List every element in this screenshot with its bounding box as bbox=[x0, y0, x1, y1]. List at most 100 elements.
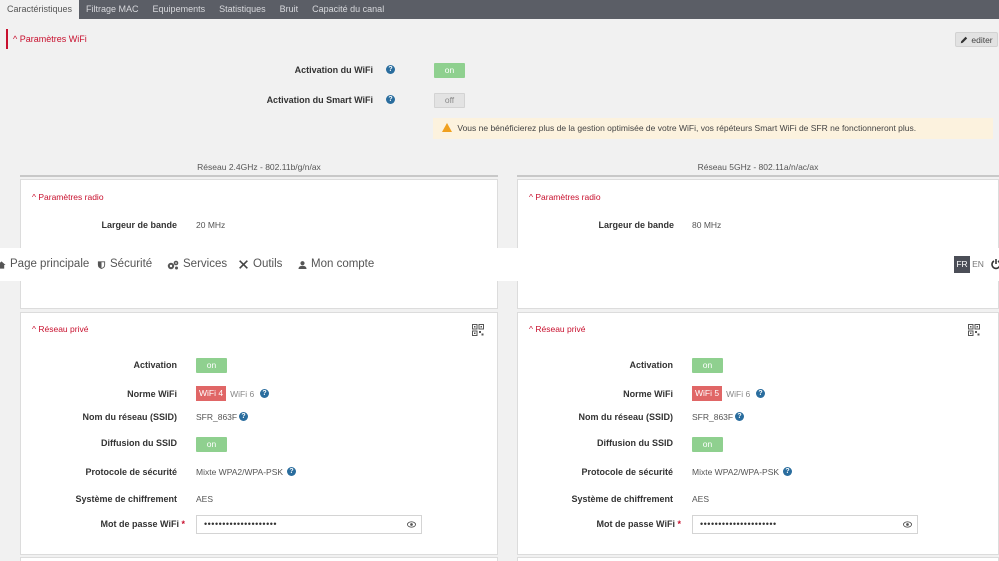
nav-securite[interactable]: Sécurité bbox=[97, 248, 152, 281]
nav-outils[interactable]: Outils bbox=[238, 248, 282, 281]
tab-caracteristiques[interactable]: Caractéristiques bbox=[0, 0, 80, 19]
bandwidth-value: 20 MHz bbox=[196, 220, 226, 230]
nav-mon-compte[interactable]: Mon compte bbox=[298, 248, 374, 281]
next-panel-5ghz bbox=[517, 557, 999, 561]
main-nav: Page principale Sécurité Services Outils… bbox=[0, 248, 999, 281]
tab-filtrage-mac[interactable]: Filtrage MAC bbox=[79, 0, 146, 19]
private-network-panel-5ghz: ^ Réseau privé Activation on Norme WiFi … bbox=[517, 312, 999, 555]
ssid-value: SFR_863F bbox=[692, 412, 734, 422]
nav-label: Mon compte bbox=[311, 258, 375, 270]
activation-toggle[interactable]: on bbox=[692, 358, 723, 373]
ssid-broadcast-toggle[interactable]: on bbox=[692, 437, 723, 452]
ssid-label: Nom du réseau (SSID) bbox=[82, 412, 177, 422]
nav-page-principale[interactable]: Page principale bbox=[0, 248, 89, 281]
ssid-label: Nom du réseau (SSID) bbox=[578, 412, 673, 422]
help-icon[interactable]: ? bbox=[735, 412, 744, 421]
password-label: Mot de passe WiFi * bbox=[41, 519, 185, 529]
edit-button[interactable]: editer bbox=[955, 32, 998, 47]
tab-statistiques[interactable]: Statistiques bbox=[212, 0, 273, 19]
tools-icon bbox=[239, 260, 248, 269]
nav-services[interactable]: Services bbox=[167, 248, 227, 281]
nav-label: Services bbox=[183, 258, 228, 270]
norme-option-wifi6[interactable]: WiFi 6 bbox=[722, 389, 754, 399]
norme-wifi-label: Norme WiFi bbox=[623, 389, 673, 399]
smart-wifi-label: Activation du Smart WiFi bbox=[266, 95, 373, 105]
private-network-panel-2-4ghz: ^ Réseau privé Activation on Norme WiFi … bbox=[20, 312, 498, 555]
warning-icon bbox=[442, 123, 452, 132]
nav-label: Outils bbox=[253, 258, 283, 270]
band-title-2-4ghz: Réseau 2.4GHz - 802.11b/g/n/ax bbox=[197, 162, 321, 172]
required-marker: * bbox=[181, 519, 185, 529]
security-protocol-label: Protocole de sécurité bbox=[581, 467, 673, 477]
edit-label: editer bbox=[971, 34, 993, 45]
activation-label: Activation bbox=[133, 360, 177, 370]
radio-panel-2-4ghz: ^ Paramètres radio Largeur de bande 20 M… bbox=[20, 179, 498, 309]
smart-wifi-toggle[interactable]: off bbox=[434, 93, 465, 108]
encryption-label: Système de chiffrement bbox=[75, 494, 177, 504]
eye-icon[interactable] bbox=[407, 520, 416, 529]
norme-option-wifi6[interactable]: WiFi 6 bbox=[226, 389, 258, 399]
norme-option-selected[interactable]: WiFi 5 bbox=[692, 386, 723, 401]
norme-wifi-selector: WiFi 5 WiFi 6 bbox=[692, 386, 754, 401]
radio-panel-toggle[interactable]: ^ Paramètres radio bbox=[32, 192, 104, 202]
tab-bruit[interactable]: Bruit bbox=[273, 0, 306, 19]
password-input[interactable]: •••••••••••••••••••• bbox=[196, 515, 422, 534]
password-value: •••••••••••••••••••• bbox=[204, 519, 278, 529]
wifi-activation-label: Activation du WiFi bbox=[294, 65, 373, 75]
password-input[interactable]: ••••••••••••••••••••• bbox=[692, 515, 918, 534]
security-protocol-label: Protocole de sécurité bbox=[85, 467, 177, 477]
shield-icon bbox=[97, 260, 106, 269]
eye-icon[interactable] bbox=[903, 520, 912, 529]
security-protocol-value: Mixte WPA2/WPA-PSK bbox=[692, 467, 780, 477]
help-icon[interactable]: ? bbox=[239, 412, 248, 421]
private-panel-toggle[interactable]: ^ Réseau privé bbox=[529, 324, 585, 334]
tab-equipements[interactable]: Equipements bbox=[146, 0, 213, 19]
security-protocol-value: Mixte WPA2/WPA-PSK bbox=[196, 467, 284, 477]
warning-text: Vous ne bénéficierez plus de la gestion … bbox=[457, 123, 917, 133]
help-icon[interactable]: ? bbox=[287, 467, 296, 476]
lang-fr[interactable]: FR bbox=[954, 256, 970, 273]
norme-option-selected[interactable]: WiFi 4 bbox=[196, 386, 227, 401]
help-icon[interactable]: ? bbox=[756, 389, 765, 398]
radio-panel-toggle[interactable]: ^ Paramètres radio bbox=[529, 192, 601, 202]
private-panel-toggle[interactable]: ^ Réseau privé bbox=[32, 324, 88, 334]
pencil-icon bbox=[961, 36, 968, 43]
lang-en[interactable]: EN bbox=[971, 256, 985, 273]
bandwidth-label: Largeur de bande bbox=[598, 220, 674, 230]
ssid-value: SFR_863F bbox=[196, 412, 238, 422]
help-icon[interactable]: ? bbox=[783, 467, 792, 476]
help-icon[interactable]: ? bbox=[260, 389, 269, 398]
divider bbox=[20, 175, 498, 177]
activation-label: Activation bbox=[629, 360, 673, 370]
required-marker: * bbox=[677, 519, 681, 529]
qr-code-icon[interactable] bbox=[968, 324, 980, 336]
user-icon bbox=[298, 260, 307, 269]
encryption-value: AES bbox=[196, 494, 214, 504]
tab-capacite-canal[interactable]: Capacité du canal bbox=[305, 0, 391, 19]
nav-label: Sécurité bbox=[110, 258, 153, 270]
help-icon[interactable]: ? bbox=[386, 95, 395, 104]
encryption-label: Système de chiffrement bbox=[571, 494, 673, 504]
help-icon[interactable]: ? bbox=[386, 65, 395, 74]
nav-label: Page principale bbox=[10, 258, 90, 270]
power-icon[interactable] bbox=[991, 258, 999, 270]
activation-toggle[interactable]: on bbox=[196, 358, 227, 373]
qr-code-icon[interactable] bbox=[472, 324, 484, 336]
password-value: ••••••••••••••••••••• bbox=[700, 519, 777, 529]
section-title-parametres-wifi[interactable]: ^ Paramètres WiFi bbox=[6, 29, 87, 49]
ssid-broadcast-toggle[interactable]: on bbox=[196, 437, 227, 452]
ssid-broadcast-label: Diffusion du SSID bbox=[597, 438, 673, 448]
bandwidth-value: 80 MHz bbox=[692, 220, 722, 230]
wifi-activation-toggle[interactable]: on bbox=[434, 63, 465, 78]
band-title-5ghz: Réseau 5GHz - 802.11a/n/ac/ax bbox=[697, 162, 819, 172]
norme-wifi-label: Norme WiFi bbox=[127, 389, 177, 399]
cogs-icon bbox=[167, 260, 179, 269]
bandwidth-label: Largeur de bande bbox=[101, 220, 177, 230]
tab-bar: Caractéristiques Filtrage MAC Equipement… bbox=[0, 0, 999, 19]
warning-message: Vous ne bénéficierez plus de la gestion … bbox=[433, 118, 993, 139]
password-label-text: Mot de passe WiFi bbox=[100, 519, 179, 529]
home-icon bbox=[0, 260, 6, 269]
norme-wifi-selector: WiFi 4 WiFi 6 bbox=[196, 386, 258, 401]
next-panel-2-4ghz bbox=[20, 557, 498, 561]
radio-panel-5ghz: ^ Paramètres radio Largeur de bande 80 M… bbox=[517, 179, 999, 309]
